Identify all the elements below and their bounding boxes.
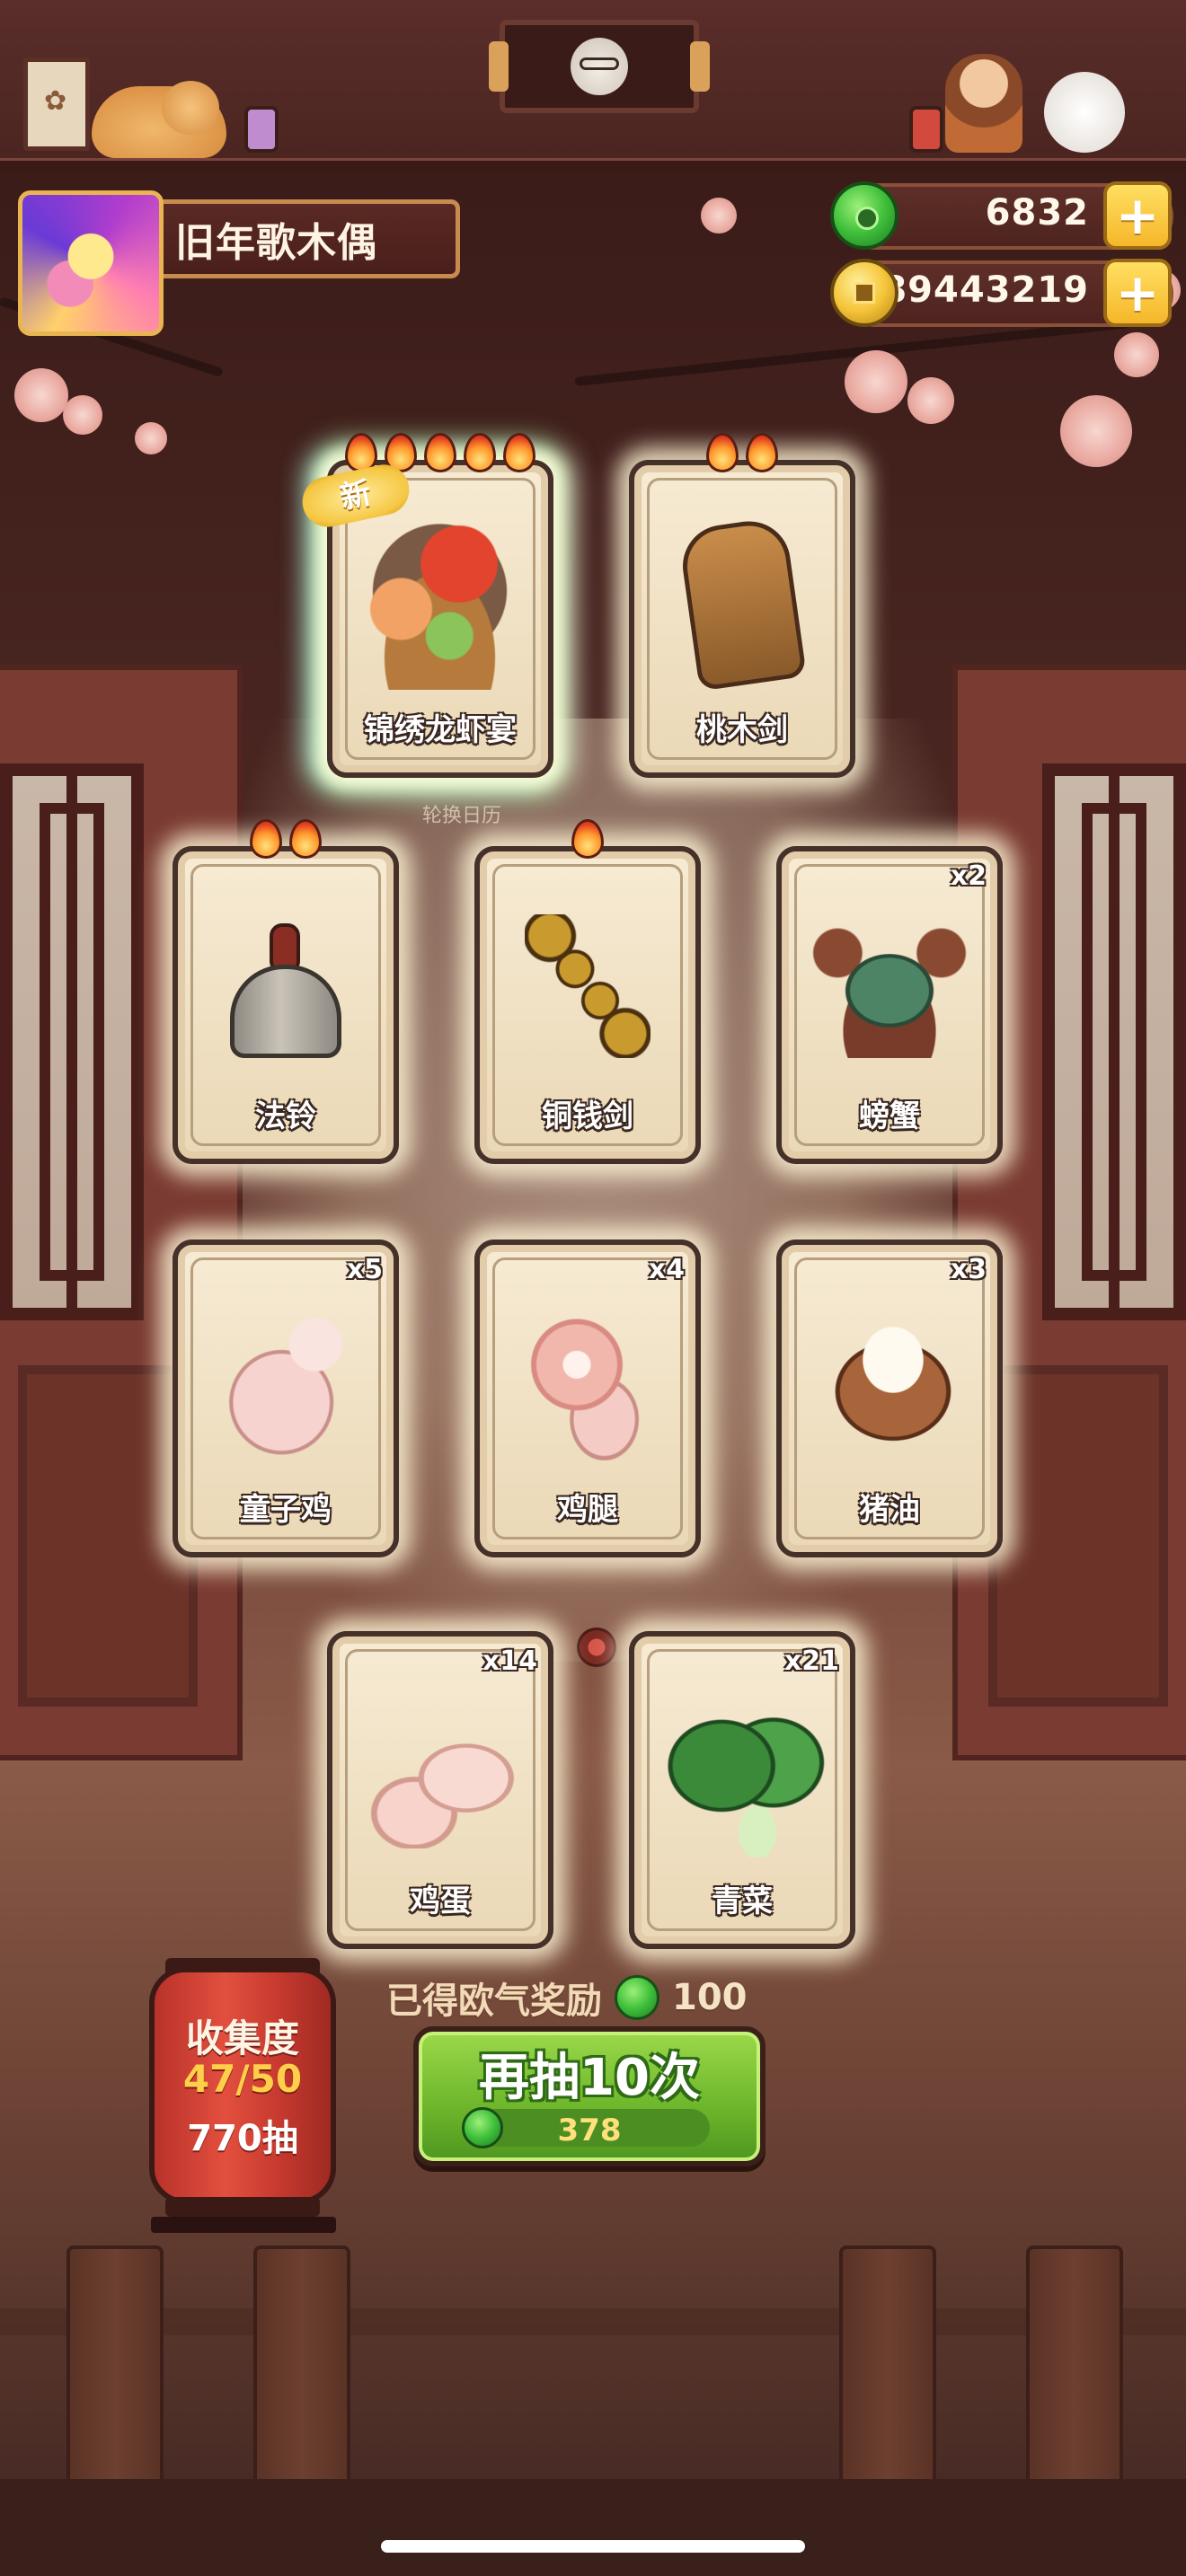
collection-title: 收集度 bbox=[185, 2016, 299, 2060]
rarity-flames bbox=[480, 816, 695, 860]
flame-icon bbox=[461, 429, 499, 474]
reward-label: 已得欧气奖励 bbox=[386, 1981, 602, 2022]
jade-icon bbox=[830, 181, 898, 250]
card-name: 锦绣龙虾宴 bbox=[364, 712, 517, 748]
card-name: 鸡腿 bbox=[557, 1492, 618, 1528]
card-name: 法铃 bbox=[255, 1098, 316, 1134]
crab-icon bbox=[809, 923, 970, 1058]
item-card[interactable]: x14 鸡蛋 bbox=[327, 1631, 553, 1949]
blossom-flower bbox=[63, 395, 102, 435]
item-card[interactable]: x5 童子鸡 bbox=[173, 1239, 399, 1557]
fence-rail bbox=[0, 2308, 1186, 2335]
card-name: 童子鸡 bbox=[240, 1492, 332, 1528]
lantern-cap bbox=[165, 2197, 320, 2217]
right-door-panel bbox=[988, 1365, 1168, 1707]
blossom-flower bbox=[1114, 332, 1159, 377]
item-card[interactable]: x3 猪油 bbox=[776, 1239, 1003, 1557]
child-character-icon bbox=[945, 54, 1022, 153]
item-card[interactable]: 新 锦绣龙虾宴 bbox=[297, 433, 553, 778]
card-count: x3 bbox=[950, 1254, 987, 1285]
flame-icon bbox=[247, 816, 285, 860]
item-card[interactable]: x21 青菜 bbox=[629, 1631, 855, 1949]
egg-icon bbox=[368, 1723, 521, 1848]
jade-amount: 6832 bbox=[985, 192, 1089, 234]
player-name: 旧年歌木偶 bbox=[175, 220, 377, 266]
blossom-flower bbox=[14, 368, 68, 422]
orange-cat-icon bbox=[92, 81, 226, 158]
card-name: 青菜 bbox=[712, 1883, 773, 1919]
lard-icon bbox=[812, 1322, 974, 1448]
rarity-flames bbox=[178, 816, 394, 860]
card-name: 鸡蛋 bbox=[410, 1883, 471, 1919]
flame-icon bbox=[569, 816, 606, 860]
coin-icon bbox=[830, 259, 898, 327]
left-door-panel bbox=[18, 1365, 198, 1707]
player-avatar-icon[interactable] bbox=[18, 190, 164, 336]
card-name: 螃蟹 bbox=[859, 1098, 920, 1134]
draw-again-label: 再抽10次 bbox=[479, 2049, 700, 2107]
collection-progress: 47/50 bbox=[182, 2057, 303, 2101]
coin-amount: 89443219 bbox=[881, 269, 1089, 311]
blossom-flower bbox=[845, 350, 907, 413]
flame-icon bbox=[421, 429, 459, 474]
glasses-cat-icon bbox=[571, 38, 628, 95]
bottom-bar bbox=[0, 2479, 1186, 2576]
hanging-scroll-sign bbox=[489, 20, 710, 113]
reward-value: 100 bbox=[672, 1977, 748, 2018]
draw-cost: 378 bbox=[557, 2113, 622, 2148]
item-card[interactable]: 桃木剑 bbox=[629, 433, 855, 778]
card-name: 铜钱剑 bbox=[542, 1098, 633, 1134]
item-card[interactable]: x2 螃蟹 bbox=[776, 846, 1003, 1164]
player-name-plate[interactable]: 旧年歌木偶 bbox=[151, 199, 460, 278]
card-name: 猪油 bbox=[859, 1492, 920, 1528]
item-card[interactable]: 铜钱剑 bbox=[474, 819, 701, 1164]
white-cat-icon bbox=[1044, 72, 1125, 153]
bell-icon bbox=[230, 923, 341, 1058]
card-count: x2 bbox=[950, 860, 987, 892]
item-card[interactable]: x4 鸡腿 bbox=[474, 1239, 701, 1557]
blossom-flower bbox=[135, 422, 167, 454]
greens-icon bbox=[667, 1699, 828, 1857]
card-count: x21 bbox=[783, 1645, 839, 1677]
luck-reward-line: 已得欧气奖励 100 bbox=[386, 1971, 748, 2025]
home-indicator[interactable] bbox=[381, 2540, 805, 2553]
rarity-flames bbox=[634, 429, 850, 474]
jar-icon bbox=[244, 106, 279, 153]
hall-ornament bbox=[577, 1628, 616, 1667]
right-lattice-window bbox=[1042, 763, 1186, 1320]
card-count: x14 bbox=[482, 1645, 537, 1677]
add-jade-button[interactable]: + bbox=[1103, 181, 1172, 250]
coin-sword-icon bbox=[525, 914, 651, 1058]
blossom-flower bbox=[1060, 395, 1132, 467]
blossom-flower bbox=[907, 377, 954, 424]
total-draws: 770抽 bbox=[187, 2118, 298, 2159]
blossom-flower bbox=[701, 198, 737, 234]
wall-scroll-icon bbox=[23, 57, 90, 151]
jade-icon bbox=[615, 1975, 659, 2020]
draw-again-button[interactable]: 再抽10次 378 bbox=[413, 2026, 766, 2166]
collection-lantern[interactable]: 收集度 47/50 770抽 bbox=[149, 1967, 336, 2204]
add-coins-button[interactable]: + bbox=[1103, 259, 1172, 327]
drumstick-icon bbox=[516, 1313, 668, 1460]
flame-icon bbox=[704, 429, 741, 474]
flame-icon bbox=[287, 816, 324, 860]
card-name: 桃木剑 bbox=[696, 712, 788, 748]
flame-icon bbox=[743, 429, 781, 474]
feast-icon bbox=[343, 510, 536, 690]
jar-icon bbox=[909, 106, 943, 153]
item-card[interactable]: 法铃 bbox=[173, 819, 399, 1164]
chicken-icon bbox=[199, 1313, 370, 1457]
left-lattice-window bbox=[0, 763, 144, 1320]
card-count: x5 bbox=[346, 1254, 383, 1285]
flame-icon bbox=[500, 429, 538, 474]
card-count: x4 bbox=[648, 1254, 685, 1285]
lantern-stand bbox=[151, 2217, 336, 2233]
